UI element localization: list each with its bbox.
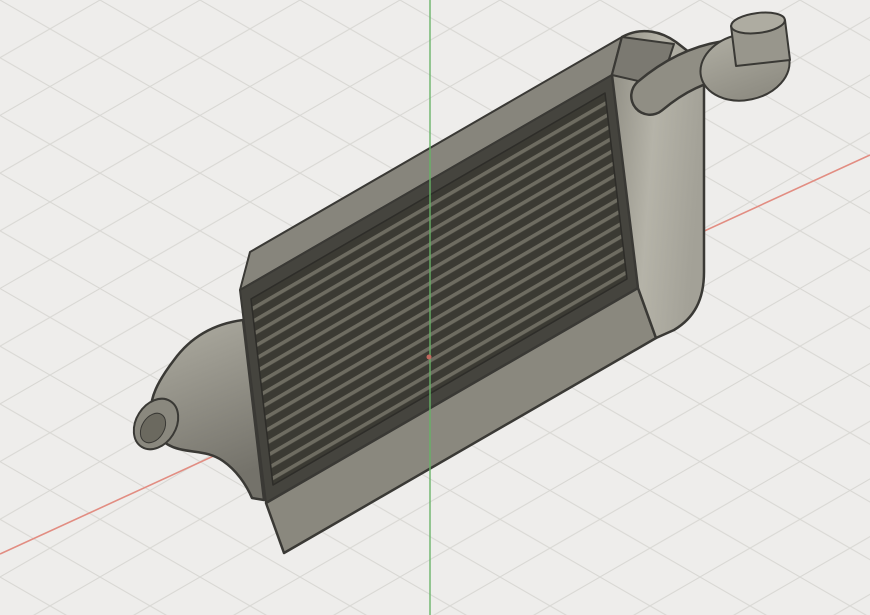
viewport-canvas[interactable]	[0, 0, 870, 615]
cad-viewport[interactable]	[0, 0, 870, 615]
origin-marker	[426, 354, 432, 360]
